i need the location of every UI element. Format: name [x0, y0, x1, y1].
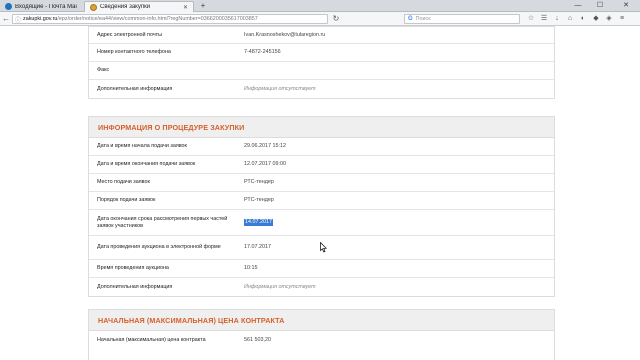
- row-value: 12.07.2017 09:00: [244, 161, 286, 167]
- tab-bar: Входящие - Почта Mail.Ru Сведения закупк…: [0, 0, 640, 12]
- google-icon: G: [408, 16, 413, 22]
- row-label: Начальная (максимальная) цена контракта: [97, 337, 206, 343]
- extension-icon[interactable]: ◆: [591, 14, 601, 24]
- row-label: Дата и время начала подачи заявок: [97, 143, 187, 149]
- procedure-panel: ИНФОРМАЦИЯ О ПРОЦЕДУРЕ ЗАКУПКИ Дата и вр…: [88, 116, 555, 297]
- fax-value: [244, 62, 554, 79]
- table-row: Факс: [89, 62, 554, 80]
- row-label: Дата проведения аукциона в электронной ф…: [97, 244, 221, 250]
- close-window-button[interactable]: ✕: [612, 0, 640, 12]
- close-tab-icon[interactable]: ✕: [183, 4, 188, 11]
- row-label: Дата окончания срока рассмотрения первых…: [97, 215, 228, 229]
- table-row: Начальная (максимальная) цена контракта …: [89, 331, 554, 350]
- table-row: Дата и время окончания подачи заявок 12.…: [89, 156, 554, 174]
- table-row: Место подачи заявок РТС-тендер: [89, 174, 554, 192]
- row-label: Место подачи заявок: [97, 179, 150, 185]
- row-value: Информация отсутствует: [244, 283, 316, 290]
- tab-zakupki[interactable]: Сведения закупки ✕: [84, 1, 194, 12]
- site-info-icon[interactable]: ⓘ: [15, 15, 21, 24]
- table-row: Дополнительная информация Информация отс…: [89, 80, 554, 98]
- tab-label: Сведения закупки: [100, 4, 151, 10]
- url-host: zakupki.gov.ru: [23, 16, 58, 22]
- row-label: Дополнительная информация: [97, 283, 173, 290]
- table-row: Адрес электронной почты Ivan.Krasnosheko…: [89, 27, 554, 44]
- row-label: Адрес электронной почты: [97, 31, 163, 38]
- tab-mail[interactable]: Входящие - Почта Mail.Ru: [0, 1, 82, 12]
- reload-icon[interactable]: ↻: [331, 14, 341, 24]
- reading-list-icon[interactable]: ☰: [539, 14, 549, 24]
- home-icon[interactable]: ⌂: [565, 14, 575, 24]
- tab-label: Входящие - Почта Mail.Ru: [15, 3, 77, 10]
- row-value: РТС-тендер: [244, 197, 274, 203]
- additional-info-value: Информация отсутствует: [244, 85, 316, 92]
- search-placeholder: Поиск: [415, 16, 431, 22]
- address-bar[interactable]: ⓘ zakupki.gov.ru/epz/order/notice/ea44/v…: [12, 14, 328, 24]
- section-title: ИНФОРМАЦИЯ О ПРОЦЕДУРЕ ЗАКУПКИ: [89, 117, 554, 138]
- row-value: 17.07.2017: [244, 244, 271, 250]
- navigation-bar: ← ⓘ zakupki.gov.ru/epz/order/notice/ea44…: [0, 12, 640, 26]
- contacts-panel: Адрес электронной почты Ivan.Krasnosheko…: [88, 26, 555, 99]
- row-label: Факс: [97, 67, 110, 73]
- row-value: 10:15: [244, 265, 258, 271]
- selected-text[interactable]: 14.07.2017: [244, 219, 273, 226]
- table-row: Номер контактного телефона 7-4872-245156: [89, 44, 554, 62]
- back-arrow-icon[interactable]: ←: [1, 14, 11, 24]
- table-row: Дата окончания срока рассмотрения первых…: [89, 210, 554, 236]
- menu-icon[interactable]: ≡: [617, 14, 627, 24]
- maximize-button[interactable]: ☐: [590, 0, 610, 12]
- row-label: Дополнительная информация: [97, 85, 173, 92]
- row-value: РТС-тендер: [244, 179, 274, 185]
- table-row: Дата и время начала подачи заявок 29.06.…: [89, 138, 554, 156]
- minimize-button[interactable]: —: [568, 0, 588, 12]
- price-panel: НАЧАЛЬНАЯ (МАКСИМАЛЬНАЯ) ЦЕНА КОНТРАКТА …: [88, 309, 555, 360]
- mouse-cursor-icon: [320, 242, 327, 253]
- url-path: /epz/order/notice/ea44/view/common-info.…: [57, 16, 258, 22]
- new-tab-button[interactable]: +: [198, 1, 208, 11]
- star-icon[interactable]: ☆: [526, 14, 536, 24]
- search-input[interactable]: G Поиск: [404, 14, 520, 24]
- table-row: Порядок подачи заявок РТС-тендер: [89, 192, 554, 210]
- phone-value: 7-4872-245156: [244, 49, 281, 55]
- table-row: Время проведения аукциона 10:15: [89, 260, 554, 278]
- row-label: Номер контактного телефона: [97, 49, 171, 55]
- row-value: 561 503,20: [244, 337, 271, 343]
- row-label: Время проведения аукциона: [97, 265, 169, 271]
- row-label: Порядок подачи заявок: [97, 197, 156, 203]
- email-value: Ivan.Krasnoshekov@tularegion.ru: [244, 31, 326, 38]
- row-label: Дата и время окончания подачи заявок: [97, 161, 196, 167]
- page-content: Адрес электронной почты Ivan.Krasnosheko…: [0, 26, 640, 360]
- table-row: Дополнительная информация Информация отс…: [89, 278, 554, 296]
- row-value: 14.07.2017: [244, 210, 554, 235]
- download-icon[interactable]: ↓: [552, 14, 562, 24]
- shield-icon[interactable]: ◈: [604, 14, 614, 24]
- coat-of-arms-icon: [90, 3, 97, 11]
- mail-ru-icon: [5, 3, 12, 10]
- sync-icon[interactable]: ◐: [578, 14, 588, 24]
- row-value: 29.06.2017 15:12: [244, 143, 286, 149]
- section-title: НАЧАЛЬНАЯ (МАКСИМАЛЬНАЯ) ЦЕНА КОНТРАКТА: [89, 310, 554, 331]
